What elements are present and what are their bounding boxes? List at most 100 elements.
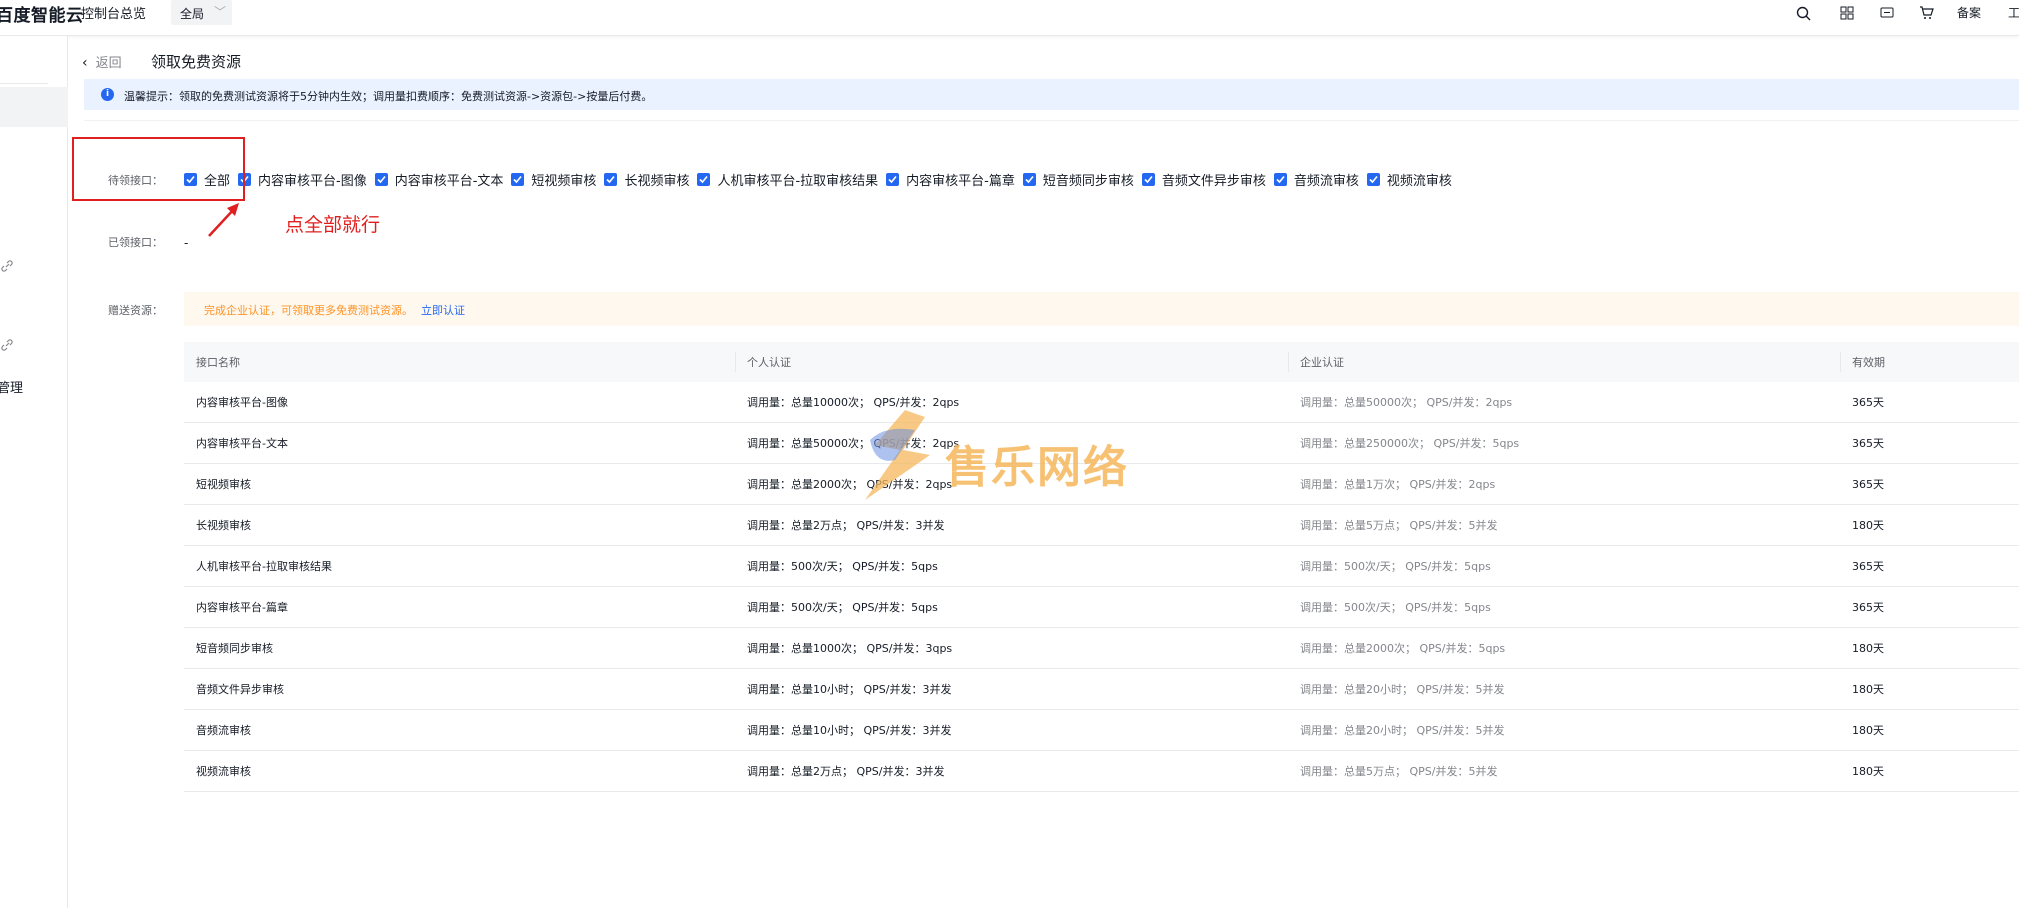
brand-logo[interactable]: 百度智能云 [0, 1, 84, 26]
table-cell: 调用量：总量10小时； QPS/并发：3并发 [747, 683, 952, 696]
checkbox-option[interactable]: 音频流审核 [1273, 170, 1359, 189]
link-icon[interactable] [0, 338, 14, 352]
annotation-highlight-box [72, 137, 245, 201]
top-navbar: 百度智能云 控制台总览 全局 ﹀ 备案 工 [0, 0, 2019, 36]
table-row: 人机审核平台-拉取审核结果 调用量：500次/天； QPS/并发：5qps 调用量：… [184, 546, 2019, 587]
table-row: 视频流审核 调用量：总量2万点； QPS/并发：3并发 调用量：总量5万点； QPS… [184, 751, 2019, 792]
table-cell: 调用量：500次/天； QPS/并发：5qps [1300, 601, 1491, 614]
checkbox-label: 人机审核平台-拉取审核结果 [717, 173, 879, 189]
checkbox-label: 短音频同步审核 [1042, 173, 1134, 189]
pending-checkbox-group: 全部 内容审核平台-图像 内容审核平台-文本 短视频审核 长视频审核 人机审核平台-拉取审… [184, 170, 1460, 189]
table-cell: 180天 [1852, 683, 1884, 696]
table-cell: 人机审核平台-拉取审核结果 [196, 560, 332, 573]
search-icon[interactable] [1794, 4, 1812, 22]
table-cell: 内容审核平台-文本 [196, 437, 288, 450]
verify-now-link[interactable]: 立即认证 [421, 304, 465, 317]
checkbox-option[interactable]: 短音频同步审核 [1022, 170, 1134, 189]
table-cell: 内容审核平台-图像 [196, 396, 288, 409]
gift-label: 赠送资源： [108, 304, 163, 317]
table-header-cell: 接口名称 [196, 356, 240, 369]
column-separator [1288, 352, 1289, 372]
table-cell: 365天 [1852, 601, 1884, 614]
back-label: 返回 [95, 56, 122, 71]
checkbox-label: 内容审核平台-图像 [258, 173, 367, 189]
section-divider [84, 120, 2019, 121]
table-cell: 180天 [1852, 765, 1884, 778]
checkbox-label: 视频流审核 [1386, 173, 1452, 189]
column-separator [735, 352, 736, 372]
checkbox-option[interactable]: 音频文件异步审核 [1141, 170, 1266, 189]
table-cell: 调用量：总量2000次； QPS/并发：5qps [1300, 642, 1506, 655]
table-cell: 调用量：总量1000次； QPS/并发：3qps [747, 642, 953, 655]
checkbox-label: 音频流审核 [1293, 173, 1359, 189]
checkbox-option[interactable]: 短视频审核 [511, 170, 596, 189]
checkbox-checked-icon[interactable] [511, 172, 525, 186]
checkbox-checked-icon[interactable] [1273, 172, 1287, 186]
table-cell: 长视频审核 [196, 519, 251, 532]
checkbox-option[interactable]: 视频流审核 [1366, 170, 1452, 189]
chevron-down-icon: ﹀ [214, 5, 227, 19]
checkbox-checked-icon[interactable] [1022, 172, 1036, 186]
checkbox-option[interactable]: 内容审核平台-篇章 [886, 170, 1015, 189]
checkbox-checked-icon[interactable] [604, 172, 618, 186]
checkbox-option[interactable]: 长视频审核 [604, 170, 689, 189]
table-cell: 调用量：总量1万次； QPS/并发：2qps [1300, 478, 1496, 491]
table-row: 短音频同步审核 调用量：总量1000次； QPS/并发：3qps 调用量：总量200… [184, 628, 2019, 669]
annotation-text: 点全部就行 [285, 214, 381, 236]
notice-banner: i 温馨提示：领取的免费测试资源将于5分钟内生效；调用量扣费顺序：免费测试资源-… [84, 79, 2019, 110]
gift-notice-text: 完成企业认证，可领取更多免费测试资源。 [204, 304, 413, 317]
received-label: 已领接口： [108, 236, 163, 249]
checkbox-checked-icon[interactable] [374, 172, 388, 186]
table-cell: 短音频同步审核 [196, 642, 273, 655]
table-row: 长视频审核 调用量：总量2万点； QPS/并发：3并发 调用量：总量5万点； QPS… [184, 505, 2019, 546]
checkbox-label: 内容审核平台-文本 [394, 173, 504, 189]
table-cell: 调用量：总量5万点； QPS/并发：5并发 [1300, 765, 1498, 778]
checkbox-option[interactable]: 内容审核平台-图像 [238, 170, 367, 189]
message-icon[interactable] [1878, 4, 1896, 22]
table-row: 音频流审核 调用量：总量10小时； QPS/并发：3并发 调用量：总量20小时； Q… [184, 710, 2019, 751]
checkbox-checked-icon[interactable] [1141, 172, 1155, 186]
checkbox-checked-icon[interactable] [1366, 172, 1380, 186]
checkbox-checked-icon[interactable] [697, 172, 711, 186]
table-cell: 音频流审核 [196, 724, 251, 737]
link-icon[interactable] [0, 259, 14, 273]
back-button[interactable]: ‹ 返回 [82, 52, 122, 71]
table-cell: 调用量：总量50000次； QPS/并发：2qps [1300, 396, 1513, 409]
table-row: 内容审核平台-图像 调用量：总量10000次； QPS/并发：2qps 调用量：总量… [184, 382, 2019, 423]
annotation-arrow-icon [208, 203, 239, 237]
table-cell: 调用量：总量10000次； QPS/并发：2qps [747, 396, 960, 409]
sidebar-item-active[interactable] [0, 87, 68, 127]
console-overview-link[interactable]: 控制台总览 [81, 3, 146, 22]
work-order-link[interactable]: 工 [2008, 4, 2019, 21]
grid-apps-icon[interactable] [1838, 4, 1856, 22]
checkbox-label: 内容审核平台-篇章 [906, 173, 1015, 189]
table-cell: 365天 [1852, 560, 1884, 573]
checkbox-label: 短视频审核 [531, 173, 597, 189]
table-header-cell: 个人认证 [747, 356, 791, 369]
table-cell: 内容审核平台-篇章 [196, 601, 288, 614]
table-cell: 调用量：总量20小时； QPS/并发：5并发 [1300, 724, 1505, 737]
table-cell: 365天 [1852, 478, 1884, 491]
table-header-row: 接口名称 个人认证 企业认证 有效期 [184, 342, 2019, 382]
table-cell: 音频文件异步审核 [196, 683, 284, 696]
table-row: 内容审核平台-文本 调用量：总量50000次； QPS/并发：2qps 调用量：总量… [184, 423, 2019, 464]
beian-link[interactable]: 备案 [1957, 4, 1981, 21]
table-row: 内容审核平台-篇章 调用量：500次/天； QPS/并发：5qps 调用量：500次… [184, 587, 2019, 628]
checkbox-option[interactable]: 人机审核平台-拉取审核结果 [697, 170, 878, 189]
table-row: 音频文件异步审核 调用量：总量10小时； QPS/并发：3并发 调用量：总量20小时… [184, 669, 2019, 710]
table-row: 短视频审核 调用量：总量2000次； QPS/并发：2qps 调用量：总量1万次； … [184, 464, 2019, 505]
table-cell: 调用量：总量2万点； QPS/并发：3并发 [747, 519, 945, 532]
checkbox-checked-icon[interactable] [886, 172, 900, 186]
sidebar-item-manage[interactable]: 管理 [0, 377, 23, 396]
cart-icon[interactable] [1917, 4, 1935, 22]
table-cell: 调用量：500次/天； QPS/并发：5qps [747, 601, 938, 614]
table-cell: 调用量：总量20小时； QPS/并发：5并发 [1300, 683, 1505, 696]
table-cell: 调用量：总量50000次； QPS/并发：2qps [747, 437, 960, 450]
table-header-cell: 有效期 [1852, 356, 1885, 369]
chevron-left-icon: ‹ [82, 55, 88, 71]
region-select[interactable]: 全局 ﹀ [171, 0, 232, 25]
table-cell: 180天 [1852, 519, 1884, 532]
checkbox-option[interactable]: 内容审核平台-文本 [374, 170, 504, 189]
region-select-value: 全局 [180, 7, 205, 21]
table-cell: 视频流审核 [196, 765, 251, 778]
